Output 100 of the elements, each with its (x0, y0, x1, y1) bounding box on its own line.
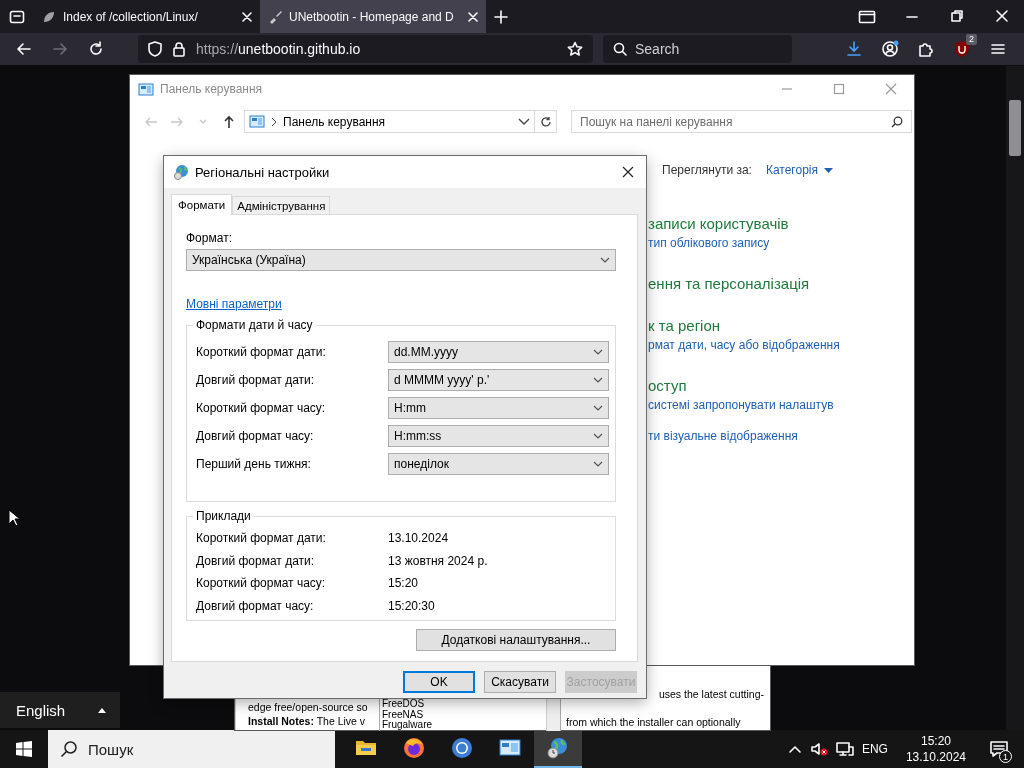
list-item[interactable]: FreeNAS (382, 709, 545, 720)
close-icon[interactable] (622, 166, 634, 178)
group-title: Приклади (193, 509, 254, 523)
field-label: Довгий формат часу: (196, 598, 315, 613)
category-link[interactable]: записи користувачів (648, 214, 914, 234)
star-icon[interactable] (567, 41, 583, 57)
example-value: 15:20 (388, 576, 420, 591)
clock-date[interactable]: 13.10.2024 (905, 749, 966, 765)
paragraph-text: from which the installer can optionally (566, 715, 742, 729)
example-value: 15:20:30 (388, 598, 436, 613)
control-panel-icon (249, 114, 265, 129)
restore-icon[interactable] (949, 8, 964, 25)
chevron-down-icon (593, 377, 603, 383)
maximize-icon[interactable] (833, 83, 845, 95)
browser-tab[interactable]: UNetbootin - Homepage and D (260, 0, 486, 33)
search-icon (891, 115, 903, 128)
brush-icon (268, 9, 282, 24)
dropdown[interactable]: H:mm (388, 397, 609, 419)
task-link[interactable]: тип облікового запису (648, 234, 914, 252)
dialog-button[interactable]: Скасувати (484, 671, 556, 693)
chevron-right-icon (271, 116, 277, 127)
field-label: Короткий формат часу: (196, 401, 327, 415)
address-bar[interactable]: https://unetbootin.github.io (138, 35, 593, 63)
taskbar-button[interactable] (534, 730, 582, 768)
browser-tab[interactable]: Index of /collection/Linux/ (34, 0, 260, 33)
task-link[interactable]: системі запропонувати налаштув (648, 396, 914, 414)
window-icon[interactable] (857, 8, 876, 25)
field-label: Довгий формат дати: (196, 373, 316, 387)
tab[interactable]: Формати (171, 194, 233, 215)
refresh-button[interactable] (535, 110, 557, 133)
field-label: Короткий формат дати: (196, 345, 327, 359)
paragraph-text: uses the latest cutting- (657, 687, 764, 701)
list-item[interactable]: Frugalware (382, 720, 545, 731)
chevron-down-icon (593, 461, 603, 467)
dialog-button[interactable]: OK (403, 671, 475, 693)
field-label: Короткий формат дати: (196, 531, 327, 546)
example-value: 13 жовтня 2024 р. (388, 553, 489, 568)
paragraph-text: edge free/open-source so (248, 700, 369, 714)
search-icon (613, 42, 627, 56)
circle-icon (450, 736, 474, 760)
caret-icon (98, 707, 106, 713)
account-icon[interactable] (881, 40, 899, 58)
search-field[interactable]: Пошук (48, 730, 335, 768)
search-icon (60, 740, 78, 758)
shield-icon[interactable] (953, 40, 971, 58)
cursor-icon (8, 509, 20, 527)
back-icon[interactable] (15, 40, 33, 58)
close-icon[interactable] (994, 8, 1009, 25)
field-label: Довгий формат дати: (196, 553, 316, 568)
example-value: 13.10.2024 (388, 531, 450, 546)
shield-icon[interactable] (148, 41, 162, 57)
chevron-down-icon[interactable] (518, 117, 530, 126)
globe-icon (546, 736, 570, 760)
dropdown[interactable]: понеділок (388, 453, 609, 475)
view-by-label: Переглянути за: (662, 163, 752, 177)
category-link[interactable]: к та регіон (648, 316, 914, 336)
refresh-icon (539, 115, 552, 128)
leaf-icon (42, 9, 56, 24)
search-field[interactable]: Search (603, 35, 792, 63)
speaker-muted-icon[interactable] (809, 741, 828, 757)
dropdown[interactable]: d MMMM yyyy' р.' (388, 369, 609, 391)
task-link[interactable]: ти візуальне відображення (648, 427, 914, 445)
up-arrow-icon[interactable] (222, 114, 236, 129)
network-icon[interactable] (835, 741, 854, 757)
field-label: Перший день тижня: (196, 457, 312, 471)
count-badge: 1 (999, 750, 1012, 763)
scrollbar-thumb[interactable] (1009, 100, 1021, 156)
category-link[interactable]: ення та персоналізація (648, 274, 914, 294)
control-panel-icon (138, 81, 154, 97)
scrollbar[interactable] (546, 699, 560, 731)
field-label: Формат: (186, 231, 233, 245)
dropdown[interactable]: dd.MM.yyyy (388, 341, 609, 363)
new-tab-icon[interactable] (494, 9, 508, 24)
additional-settings-button[interactable]: Додаткові налаштування... (416, 629, 616, 651)
task-link[interactable]: рмат дати, часу або відображення (648, 336, 914, 354)
view-dropdown[interactable]: Категорія (765, 163, 833, 177)
dialog-title: Регіональні настройки (195, 164, 331, 180)
dropdown[interactable]: Українська (Україна) (186, 249, 616, 271)
link[interactable]: Мовні параметри (186, 297, 282, 311)
list-item[interactable]: FreeDOS (382, 699, 545, 710)
lock-icon[interactable] (172, 41, 186, 57)
field-label: Довгий формат часу: (196, 429, 315, 443)
chevron-down-icon (600, 257, 610, 263)
paragraph-text: Install Notes: The Live v (248, 714, 367, 728)
reload-icon[interactable] (87, 40, 105, 58)
category-link[interactable]: оступ (648, 376, 914, 396)
windows-icon[interactable] (16, 741, 32, 757)
puzzle-icon[interactable] (917, 40, 935, 58)
dropdown[interactable]: H:mm:ss (388, 425, 609, 447)
download-icon[interactable] (845, 40, 863, 58)
tab-list-icon[interactable] (9, 8, 25, 25)
chevron-down-icon (593, 349, 603, 355)
search-field[interactable]: Пошук на панелі керування (571, 110, 912, 133)
tab[interactable]: Адміністрування (232, 196, 331, 214)
chevron-down-icon (593, 433, 603, 439)
address-bar[interactable]: Панель керування (244, 110, 535, 133)
globe-icon (173, 164, 189, 180)
language-indicator[interactable]: ENG (861, 742, 888, 756)
clock-time[interactable]: 15:20 (920, 733, 951, 749)
language-popup[interactable]: English (0, 692, 120, 728)
